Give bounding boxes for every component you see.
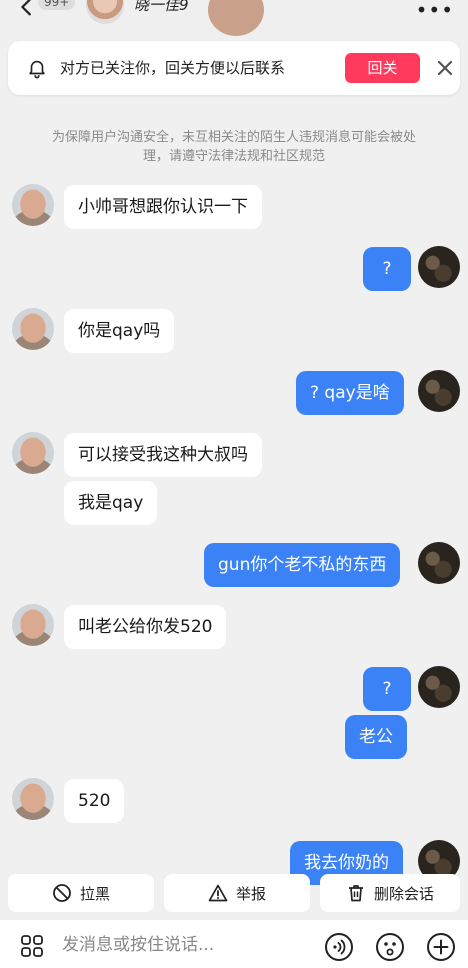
block-label: 拉黑 xyxy=(79,884,110,903)
top-bar: 99+ 晓一佳9 ••• xyxy=(0,0,468,36)
contact-avatar[interactable] xyxy=(86,0,124,24)
trash-icon xyxy=(348,885,363,902)
system-safety-note: 为保障用户沟通安全，未互相关注的陌生人违规消息可能会被处理，请遵守法律法规和社区… xyxy=(51,130,416,164)
message-bubble: ? xyxy=(363,247,411,291)
follow-notice: 对方已关注你，回关方便以后联系 回关 xyxy=(8,41,460,95)
block-button[interactable]: 拉黑 xyxy=(8,874,154,912)
self-avatar[interactable] xyxy=(418,370,460,412)
message-input[interactable] xyxy=(62,932,312,958)
more-icon[interactable]: ••• xyxy=(416,0,454,22)
apps-grid-icon[interactable] xyxy=(20,934,44,958)
bell-icon xyxy=(29,60,45,79)
notice-text: 对方已关注你，回关方便以后联系 xyxy=(60,59,286,77)
follow-back-button[interactable]: 回关 xyxy=(345,53,420,83)
message-bubble: 可以接受我这种大叔吗 xyxy=(64,433,262,477)
message-bubble: 小帅哥想跟你认识一下 xyxy=(64,185,262,229)
message-bubble: gun你个老不私的东西 xyxy=(204,543,401,587)
sender-avatar[interactable] xyxy=(12,308,54,350)
message-bubble: 老公 xyxy=(345,715,407,759)
warning-icon xyxy=(208,884,228,902)
contact-name[interactable]: 晓一佳9 xyxy=(134,0,189,15)
sender-avatar[interactable] xyxy=(12,184,54,226)
sender-avatar[interactable] xyxy=(12,778,54,820)
message-bubble: 叫老公给你发520 xyxy=(64,605,227,649)
block-icon xyxy=(53,884,71,902)
message-bubble: ? xyxy=(363,667,411,711)
message-input-bar xyxy=(0,920,468,968)
self-avatar[interactable] xyxy=(418,542,460,584)
voice-icon[interactable] xyxy=(324,932,354,962)
message-bubble: 你是qay吗 xyxy=(64,309,175,353)
message-bubble: 520 xyxy=(64,779,125,823)
self-avatar[interactable] xyxy=(418,246,460,288)
message-bubble: 我是qay xyxy=(64,481,158,525)
plus-icon[interactable] xyxy=(426,932,456,962)
unread-badge: 99+ xyxy=(38,0,76,10)
close-icon[interactable] xyxy=(435,58,455,78)
sender-avatar[interactable] xyxy=(12,432,54,474)
sender-avatar[interactable] xyxy=(12,604,54,646)
header-image xyxy=(208,0,264,36)
delete-conversation-button[interactable]: 删除会话 xyxy=(320,874,460,912)
conversation-actions: 拉黑 举报 删除会话 xyxy=(0,868,468,918)
report-button[interactable]: 举报 xyxy=(164,874,310,912)
back-arrow-icon[interactable] xyxy=(16,0,38,18)
emoji-icon[interactable] xyxy=(375,932,405,962)
delete-label: 删除会话 xyxy=(373,884,434,903)
message-bubble: ? qay是啥 xyxy=(296,371,404,415)
report-label: 举报 xyxy=(235,884,266,903)
self-avatar[interactable] xyxy=(418,666,460,708)
